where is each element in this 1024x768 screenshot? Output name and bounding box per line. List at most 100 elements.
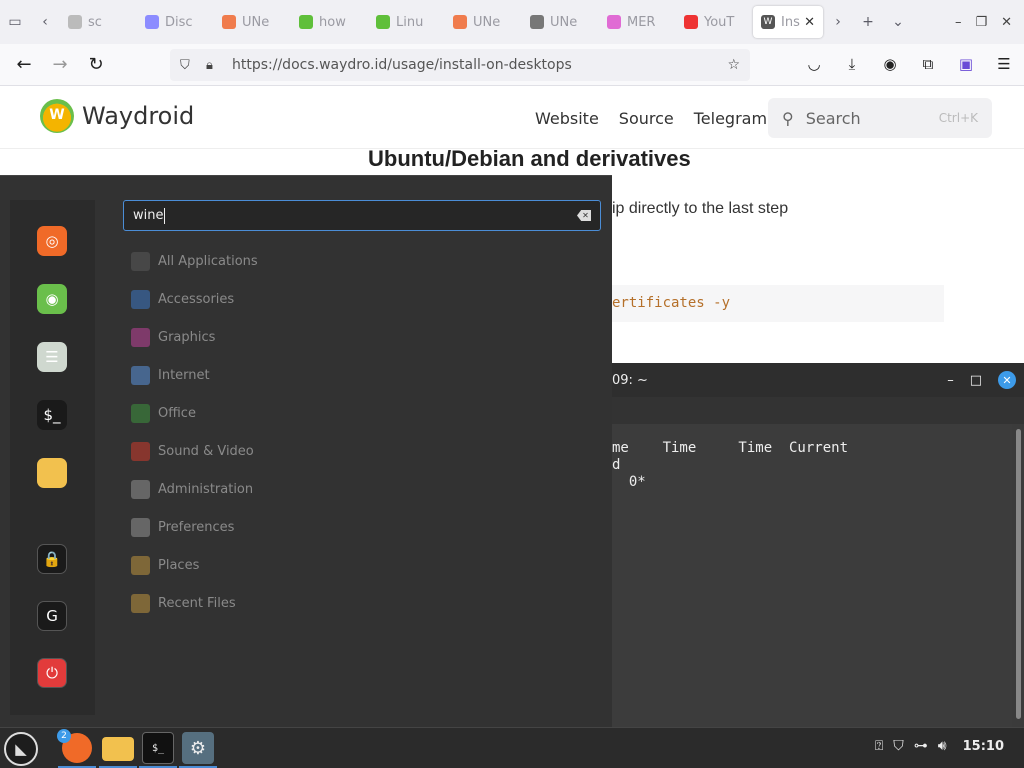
browser-tab[interactable]: UNe [522,6,599,38]
browser-tab[interactable]: Disc [137,6,214,38]
reload-icon[interactable]: ↻ [78,50,114,80]
active-tab-favicon: W [761,15,775,29]
menu-category-label: All Applications [158,253,258,269]
tab-overflow-icon[interactable]: ⌄ [883,7,913,37]
taskbar-settings-icon[interactable]: ⚙ [182,732,214,764]
browser-tab[interactable]: how [291,6,368,38]
menu-category-item[interactable]: Accessories [131,287,234,311]
network-icon[interactable]: ⊶ [914,738,928,754]
files-folder-icon[interactable] [37,458,67,488]
tab-label: how [319,14,346,30]
menu-category-item[interactable]: Administration [131,477,253,501]
account-icon[interactable]: ◉ [880,50,900,78]
url-bar[interactable]: ⛉ 🔒︎ https://docs.waydro.id/usage/instal… [170,49,750,81]
pocket-icon[interactable]: ◡ [804,50,824,78]
shield-icon[interactable]: ⛉ [180,58,200,73]
volume-icon[interactable]: 🔊︎ [938,738,947,754]
terminal-close-icon[interactable]: ✕ [998,371,1016,389]
browser-tab[interactable]: Linu [368,6,445,38]
code-text: ertificates -y [612,295,731,311]
tab-scroll-left-icon[interactable]: ‹ [30,7,60,37]
taskbar-files-icon[interactable] [102,737,134,761]
menu-category-label: Sound & Video [158,443,254,459]
taskbar-firefox-icon[interactable]: 2 [57,729,92,763]
search-shortcut: Ctrl+K [938,111,978,125]
browser-tab[interactable]: UNe [214,6,291,38]
clock[interactable]: 15:10 [963,739,1004,754]
close-tab-icon[interactable]: ✕ [804,15,815,30]
nav-link-website[interactable]: Website [535,109,599,128]
nav-link-source[interactable]: Source [619,109,674,128]
browser-tab[interactable]: MER [599,6,676,38]
extension-icon[interactable]: ▣ [956,50,976,78]
software-manager-icon[interactable]: ◉ [37,284,67,314]
menu-category-item[interactable]: Graphics [131,325,215,349]
menu-category-item[interactable]: All Applications [131,249,258,273]
bookmark-star-icon[interactable]: ☆ [727,57,740,73]
terminal-scrollbar[interactable] [1016,429,1021,719]
menu-category-item[interactable]: Preferences [131,515,234,539]
browser-tab[interactable]: UNe [445,6,522,38]
tab-active[interactable]: W Ins ✕ [753,6,823,38]
forward-icon[interactable]: → [42,50,78,80]
browser-tab[interactable]: YouT [676,6,753,38]
cloud-icon [131,365,150,385]
admin-icon [131,479,150,499]
tab-favicon-icon [607,15,621,29]
terminal-output[interactable]: me Time Time Current d 0* [612,424,1012,727]
tab-favicon-icon [145,15,159,29]
menu-category-label: Recent Files [158,595,236,611]
close-window-icon[interactable]: ✕ [1001,15,1012,30]
menu-launcher-icon[interactable]: ◣ [4,732,38,766]
tab-favicon-icon [68,15,82,29]
terminal-icon[interactable]: $_ [37,400,67,430]
menu-search-value[interactable]: wine [133,208,163,223]
tab-label: Linu [396,14,424,30]
taskbar-terminal-icon[interactable]: $_ [142,732,174,764]
terminal-maximize-icon[interactable]: □ [970,373,982,388]
browser-tab[interactable]: sc [60,6,137,38]
shield-tray-icon[interactable]: ⛉ [893,738,904,754]
extensions-icon[interactable]: ⧉ [918,50,938,78]
back-icon[interactable]: ← [6,50,42,80]
padlock-icon[interactable]: 🔒︎ [206,58,226,73]
menu-category-item[interactable]: Office [131,401,196,425]
lock-screen-icon[interactable]: 🔒 [37,544,67,574]
clear-search-icon[interactable]: ✕ [577,210,591,221]
menu-category-item[interactable]: Internet [131,363,210,387]
new-tab-icon[interactable]: + [853,7,883,37]
menu-search-input[interactable]: wine ✕ [123,200,601,231]
menu-category-item[interactable]: Recent Files [131,591,236,615]
menu-category-item[interactable]: Sound & Video [131,439,254,463]
site-brand: Waydroid [82,102,195,130]
url-text[interactable]: https://docs.waydro.id/usage/install-on-… [232,57,572,73]
site-logo[interactable]: Waydroid [40,99,194,133]
system-tray: ⍰ ⛉ ⊶ 🔊︎ 15:10 [875,738,1004,754]
tab-favicon-icon [453,15,467,29]
terminal-line: me Time Time Current [612,440,849,456]
waydroid-logo-icon [40,99,74,133]
terminal-window[interactable]: 09: ~ – □ ✕ me Time Time Current d 0* [612,363,1024,727]
app-menu-icon[interactable]: ☰ [994,50,1014,78]
shutdown-icon[interactable]: ⏻ [37,658,67,688]
restore-window-icon[interactable]: ❐ [975,15,987,30]
notification-badge: 2 [57,729,71,743]
update-manager-icon[interactable]: ⍰ [875,738,883,754]
tab-label: Disc [165,14,193,30]
settings-toggle-icon[interactable]: ☰ [37,342,67,372]
firefox-icon[interactable]: ◎ [37,226,67,256]
folder-recent-icon [131,593,150,613]
folder-icon [131,555,150,575]
nav-link-telegram[interactable]: Telegram [694,109,767,128]
terminal-line: d [612,457,621,473]
menu-category-item[interactable]: Places [131,553,199,577]
tab-scroll-right-icon[interactable]: › [823,7,853,37]
browser-tab-strip: ▭ ‹ sc Disc UNe how Linu UNe UNe MER YouT W Ins … [0,0,1024,44]
tab-list-icon[interactable]: ▭ [0,7,30,37]
logout-icon[interactable]: G [37,601,67,631]
tab-label: YouT [704,14,735,30]
terminal-minimize-icon[interactable]: – [947,373,954,388]
minimize-window-icon[interactable]: – [955,15,962,30]
downloads-icon[interactable]: ⤓ [842,50,862,78]
site-search[interactable]: ⚲ Search Ctrl+K [768,98,992,138]
